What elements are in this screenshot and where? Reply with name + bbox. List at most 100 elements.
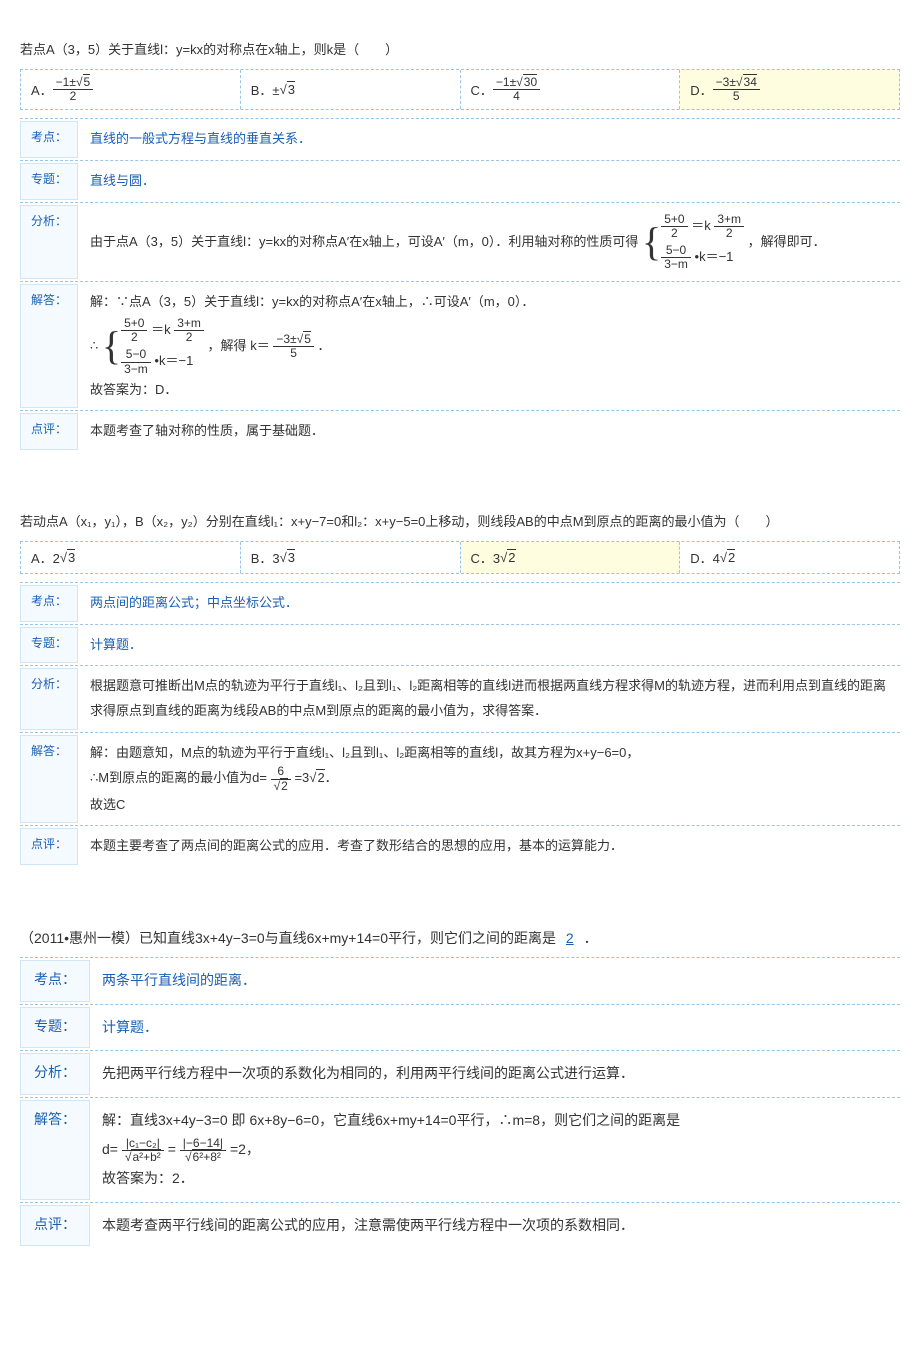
zhuanti-label: 专题： (20, 163, 78, 200)
zhuanti-content[interactable]: 计算题． (86, 627, 900, 664)
fenxi-row: 分析： 由于点A（3，5）关于直线l：y=kx的对称点A′在x轴上，可设A′（m… (20, 203, 900, 283)
kaodian-content[interactable]: 两条平行直线间的距离． (98, 960, 900, 1001)
jieda-content: 解：由题意知，M点的轨迹为平行于直线l₁、l₂且到l₁、l₂距离相等的直线l，故… (86, 735, 900, 824)
option-a[interactable]: A．2 3 (21, 542, 241, 573)
sqrt-sign (720, 550, 727, 565)
kaodian-content[interactable]: 直线的一般式方程与直线的垂直关系． (86, 121, 900, 158)
d: 2 (121, 331, 147, 344)
frac2: |−6−14| 6²+8² (180, 1137, 226, 1164)
r: 5 (303, 331, 311, 346)
mid: ＝k (691, 218, 711, 233)
kaodian-row: 考点： 两点间的距离公式；中点坐标公式． (20, 583, 900, 625)
solution-sections: 考点： 两点间的距离公式；中点坐标公式． 专题： 计算题． 分析： 根据题意可推… (20, 582, 900, 867)
zhuanti-row: 专题： 计算题． (20, 1005, 900, 1051)
option-b[interactable]: B．±3 (241, 70, 461, 109)
end: ． (318, 338, 331, 353)
rad: 3 (287, 549, 295, 565)
sqrt-sign (60, 550, 67, 565)
rad: 3 (67, 549, 75, 565)
den: 4 (493, 90, 540, 103)
sqrt-sign (500, 550, 507, 565)
fenxi-content: 先把两平行线方程中一次项的系数化为相同的，利用两平行线间的距离公式进行运算． (98, 1053, 900, 1094)
kaodian-label: 考点： (20, 585, 78, 622)
fenxi-row: 分析： 根据题意可推断出M点的轨迹为平行于直线l₁、l₂且到l₁、l₂距离相等的… (20, 666, 900, 732)
jieda-l2: ∴ { 5+02 ＝k 3+m2 5−03−m •k＝−1 (90, 315, 896, 378)
question-text: 若点A（3，5）关于直线l：y=kx的对称点在x轴上，则k是（ ） (20, 40, 900, 61)
kaodian-content[interactable]: 两点间的距离公式；中点坐标公式． (86, 585, 900, 622)
option-c[interactable]: C．3 2 (461, 542, 681, 573)
zhuanti-label: 专题： (20, 627, 78, 664)
l3: 故答案为：2． (102, 1164, 896, 1193)
d: 2 (714, 227, 744, 240)
r: 2 (280, 778, 288, 793)
fenxi-label: 分析： (20, 205, 78, 280)
zhuanti-content[interactable]: 计算题． (98, 1007, 900, 1048)
option-c[interactable]: C． −1±30 4 (461, 70, 681, 109)
n: 3+m (174, 317, 204, 331)
sqrt-sign (736, 75, 743, 89)
dianping-row: 点评： 本题考查两平行线间的距离公式的应用，注意需使两平行线方程中一次项的系数相… (20, 1203, 900, 1248)
question-text: （2011•惠州一模）已知直线3x+4y−3=0与直线6x+my+14=0平行，… (20, 927, 900, 949)
option-d[interactable]: D．42 (680, 542, 899, 573)
kaodian-row: 考点： 两条平行直线间的距离． (20, 958, 900, 1004)
dianping-content: 本题主要考查了两点间的距离公式的应用．考查了数形结合的思想的应用，基本的运算能力… (86, 828, 900, 865)
mid: ＝k (151, 322, 171, 337)
n: 5−0 (661, 244, 691, 258)
zhuanti-label: 专题： (20, 1007, 90, 1048)
dianping-content: 本题考查两平行线间的距离公式的应用，注意需使两平行线方程中一次项的系数相同． (98, 1205, 900, 1246)
l2: d= |c₁−c₂| a²+b² = |−6−14| 6²+8² =2， (102, 1135, 896, 1164)
opt-c-frac: −1± 30 4 (493, 76, 540, 103)
solution-sections: 考点： 两条平行直线间的距离． 专题： 计算题． 分析： 先把两平行线方程中一次… (20, 957, 900, 1248)
jieda-label: 解答： (20, 1100, 90, 1200)
k-frac: −3±5 5 (273, 333, 314, 360)
pre: C．3 (471, 548, 501, 567)
tail: •k＝−1 (695, 249, 734, 264)
fenxi-b: ，解得即可． (748, 233, 826, 248)
pre: A．2 (31, 548, 60, 567)
fenxi-label: 分析： (20, 668, 78, 729)
dianping-label: 点评： (20, 828, 78, 865)
d: 3−m (661, 258, 691, 271)
l1: 解：直线3x+4y−3=0 即 6x+8y−6=0，它直线6x+my+14=0平… (102, 1106, 896, 1135)
opt-d-prefix: D． (690, 80, 712, 99)
jieda-row: 解答： 解：∵点A（3，5）关于直线l：y=kx的对称点A′在x轴上，∴可设A′… (20, 282, 900, 411)
rad: 30 (523, 74, 537, 89)
fenxi-a: 由于点A（3，5）关于直线l：y=kx的对称点A′在x轴上，可设A′（m，0）．… (90, 233, 638, 248)
rad: 5 (83, 74, 91, 89)
r: 6²+8² (192, 1149, 221, 1164)
zhuanti-row: 专题： 直线与圆． (20, 161, 900, 203)
fenxi-label: 分析： (20, 1053, 90, 1094)
num-a: −3± (716, 75, 736, 89)
q-end: ． (584, 930, 598, 946)
rad: 2 (507, 549, 515, 565)
kaodian-label: 考点： (20, 121, 78, 158)
tail: •k＝−1 (154, 353, 193, 368)
option-a[interactable]: A． −1±5 2 (21, 70, 241, 109)
jieda-row: 解答： 解：直线3x+4y−3=0 即 6x+8y−6=0，它直线6x+my+1… (20, 1098, 900, 1203)
dianping-label: 点评： (20, 1205, 90, 1246)
zhuanti-content[interactable]: 直线与圆． (86, 163, 900, 200)
pre: ∴M到原点的距离的最小值为d= (90, 770, 267, 785)
dianping-content: 本题考查了轴对称的性质，属于基础题． (86, 413, 900, 450)
option-b[interactable]: B．3 3 (241, 542, 461, 573)
problem-2: 若动点A（x₁，y₁），B（x₂，y₂）分别在直线l₁：x+y−7=0和l₂：x… (20, 512, 900, 867)
eq: = (168, 1141, 176, 1157)
zhuanti-row: 专题： 计算题． (20, 625, 900, 667)
option-d[interactable]: D． −3±34 5 (680, 70, 899, 109)
answer-blank: 2 (560, 930, 580, 946)
sqrt-sign (516, 75, 523, 89)
keq: k＝ (250, 338, 270, 353)
num-a: −1± (496, 75, 516, 89)
problem-3: （2011•惠州一模）已知直线3x+4y−3=0与直线6x+my+14=0平行，… (20, 927, 900, 1248)
r: a²+b² (131, 1149, 160, 1164)
l2: ∴M到原点的距离的最小值为d= 6 2 =32． (90, 765, 896, 792)
rad: 2 (727, 549, 735, 565)
end: =2， (230, 1141, 260, 1157)
opt-a-frac: −1±5 2 (53, 76, 94, 103)
d: 5 (273, 347, 314, 360)
jieda-content: 解：∵点A（3，5）关于直线l：y=kx的对称点A′在x轴上，∴可设A′（m，0… (86, 284, 900, 408)
rad: 34 (743, 74, 757, 89)
opt-d-frac: −3±34 5 (713, 76, 760, 103)
pre: B．3 (251, 548, 280, 567)
frac: 6 2 (271, 765, 291, 792)
